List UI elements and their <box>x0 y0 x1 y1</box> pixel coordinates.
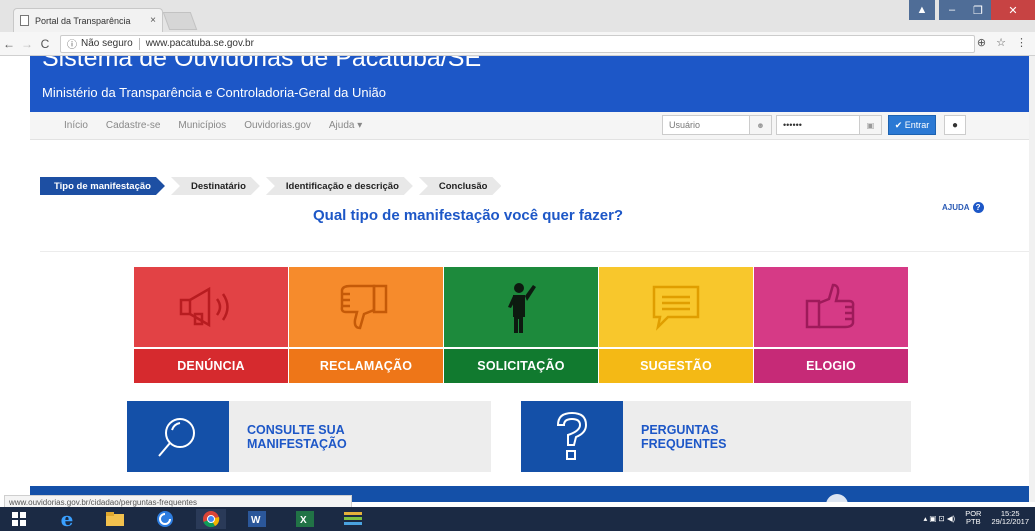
bookmark-star-icon[interactable]: ☆ <box>996 36 1006 49</box>
step-conclusao: Conclusão <box>419 177 502 195</box>
step-destinatario: Destinatário <box>171 177 260 195</box>
login-form: Usuário ☻ •••••• ▣ ✔ Entrar ● <box>662 115 966 135</box>
nav-municipios[interactable]: Municípios <box>178 120 226 131</box>
tile-label: SUGESTÃO <box>599 349 753 383</box>
tile-sugestao[interactable]: SUGESTÃO <box>599 267 753 383</box>
progress-steps: Tipo de manifestação Destinatário Identi… <box>40 177 507 195</box>
manifestation-types: DENÚNCIA RECLAMAÇÃO SOLICITAÇÃO SUGESTÃO… <box>134 267 909 383</box>
svg-text:W: W <box>251 515 261 526</box>
login-button[interactable]: ✔ Entrar <box>888 115 936 135</box>
help-link[interactable]: AJUDA ? <box>942 202 984 213</box>
tile-label: DENÚNCIA <box>134 349 288 383</box>
page-icon <box>20 15 29 26</box>
username-input[interactable]: Usuário <box>662 115 750 135</box>
update-icon[interactable] <box>150 509 180 529</box>
close-window-button[interactable]: ✕ <box>991 0 1035 20</box>
excel-icon[interactable]: X <box>290 509 320 529</box>
consult-line2: MANIFESTAÇÃO <box>247 436 347 451</box>
browser-tab-bar: Portal da Transparência × ▲ – ❐ ✕ <box>0 0 1035 32</box>
maximize-button[interactable]: ❐ <box>965 0 991 20</box>
info-icon[interactable]: ⓘ <box>67 36 77 51</box>
url-input[interactable]: ⓘ Não seguro www.pacatuba.se.gov.br <box>60 34 975 53</box>
tile-solicitacao[interactable]: SOLICITAÇÃO <box>444 267 598 383</box>
file-explorer-icon[interactable] <box>100 509 130 529</box>
system-tray: ▴ ▣ ⊡ ◀) POR PTB 15:25 29/12/2017 <box>924 510 1029 526</box>
internet-explorer-icon[interactable]: e <box>52 507 82 531</box>
site-subtitle: Ministério da Transparência e Controlado… <box>42 85 386 100</box>
tile-label: RECLAMAÇÃO <box>289 349 443 383</box>
help-button[interactable]: ● <box>944 115 966 135</box>
scrollbar[interactable] <box>1029 56 1035 502</box>
address-bar: ← → C ⓘ Não seguro www.pacatuba.se.gov.b… <box>0 32 1035 56</box>
thumbs-up-icon <box>754 267 908 347</box>
tab-close-icon[interactable]: × <box>150 15 156 26</box>
lock-icon: ▣ <box>860 115 882 135</box>
magnifier-icon <box>127 401 229 472</box>
site-title: Sistema de Ouvidorias de Pacatuba/SE <box>42 56 482 72</box>
address-actions: ⊕ ☆ ⋮ <box>977 36 1027 49</box>
menu-icon[interactable]: ⋮ <box>1016 36 1027 49</box>
divider <box>40 251 1030 252</box>
minimize-button[interactable]: – <box>939 0 965 20</box>
tile-reclamacao[interactable]: RECLAMAÇÃO <box>289 267 443 383</box>
tile-elogio[interactable]: ELOGIO <box>754 267 908 383</box>
url-separator <box>138 37 140 50</box>
tile-label: SOLICITAÇÃO <box>444 349 598 383</box>
lang-line2: PTB <box>966 517 981 526</box>
app-icon[interactable] <box>338 509 368 529</box>
back-icon[interactable]: ← <box>0 37 18 51</box>
person-raising-hand-icon <box>444 267 598 347</box>
zoom-icon[interactable]: ⊕ <box>977 36 986 49</box>
faq-line1: PERGUNTAS <box>641 422 719 437</box>
tray-icons[interactable]: ▴ ▣ ⊡ ◀) <box>924 514 956 523</box>
window-controls: ▲ – ❐ ✕ <box>909 0 1035 20</box>
taskbar: e W X ▴ ▣ ⊡ ◀) POR PTB 15:25 29/12/2017 <box>0 507 1035 531</box>
clock[interactable]: 15:25 29/12/2017 <box>991 510 1029 526</box>
nav-ouvidorias[interactable]: Ouvidorias.gov <box>244 120 311 131</box>
faq-line2: FREQUENTES <box>641 436 727 451</box>
browser-tab[interactable]: Portal da Transparência × <box>13 8 163 32</box>
password-input[interactable]: •••••• <box>776 115 860 135</box>
step-identificacao: Identificação e descrição <box>266 177 413 195</box>
page-question: Qual tipo de manifestação você quer faze… <box>313 207 624 224</box>
tile-label: ELOGIO <box>754 349 908 383</box>
tab-title: Portal da Transparência <box>35 15 131 26</box>
nav-ajuda-dropdown[interactable]: Ajuda ▾ <box>329 120 362 131</box>
nav-inicio[interactable]: Início <box>64 120 88 131</box>
chrome-icon[interactable] <box>196 509 226 529</box>
user-profile-icon[interactable]: ▲ <box>909 0 935 20</box>
forward-icon[interactable]: → <box>18 37 36 51</box>
site-navigation: Início Cadastre-se Municípios Ouvidorias… <box>30 112 1030 140</box>
windows-start-icon[interactable] <box>4 509 34 529</box>
url-text: www.pacatuba.se.gov.br <box>145 38 254 49</box>
svg-text:X: X <box>300 515 307 526</box>
step-tipo-manifestacao: Tipo de manifestação <box>40 177 165 195</box>
consult-line1: CONSULTE SUA <box>247 422 345 437</box>
help-question-icon: ? <box>972 202 984 213</box>
question-mark-icon <box>521 401 623 472</box>
clock-date: 29/12/2017 <box>991 517 1029 526</box>
reload-icon[interactable]: C <box>36 37 54 51</box>
megaphone-icon <box>134 267 288 347</box>
site-header: Sistema de Ouvidorias de Pacatuba/SE Min… <box>30 56 1030 112</box>
consult-card[interactable]: CONSULTE SUA MANIFESTAÇÃO <box>127 401 491 472</box>
tile-denuncia[interactable]: DENÚNCIA <box>134 267 288 383</box>
faq-card[interactable]: PERGUNTAS FREQUENTES <box>521 401 911 472</box>
user-icon: ☻ <box>750 115 772 135</box>
help-link-label: AJUDA <box>942 203 970 212</box>
speech-bubble-icon <box>599 267 753 347</box>
word-icon[interactable]: W <box>242 509 272 529</box>
nav-cadastre-se[interactable]: Cadastre-se <box>106 120 160 131</box>
new-tab-button[interactable] <box>162 12 198 30</box>
language-indicator[interactable]: POR PTB <box>965 510 981 526</box>
thumbs-down-icon <box>289 267 443 347</box>
security-label: Não seguro <box>81 38 133 49</box>
